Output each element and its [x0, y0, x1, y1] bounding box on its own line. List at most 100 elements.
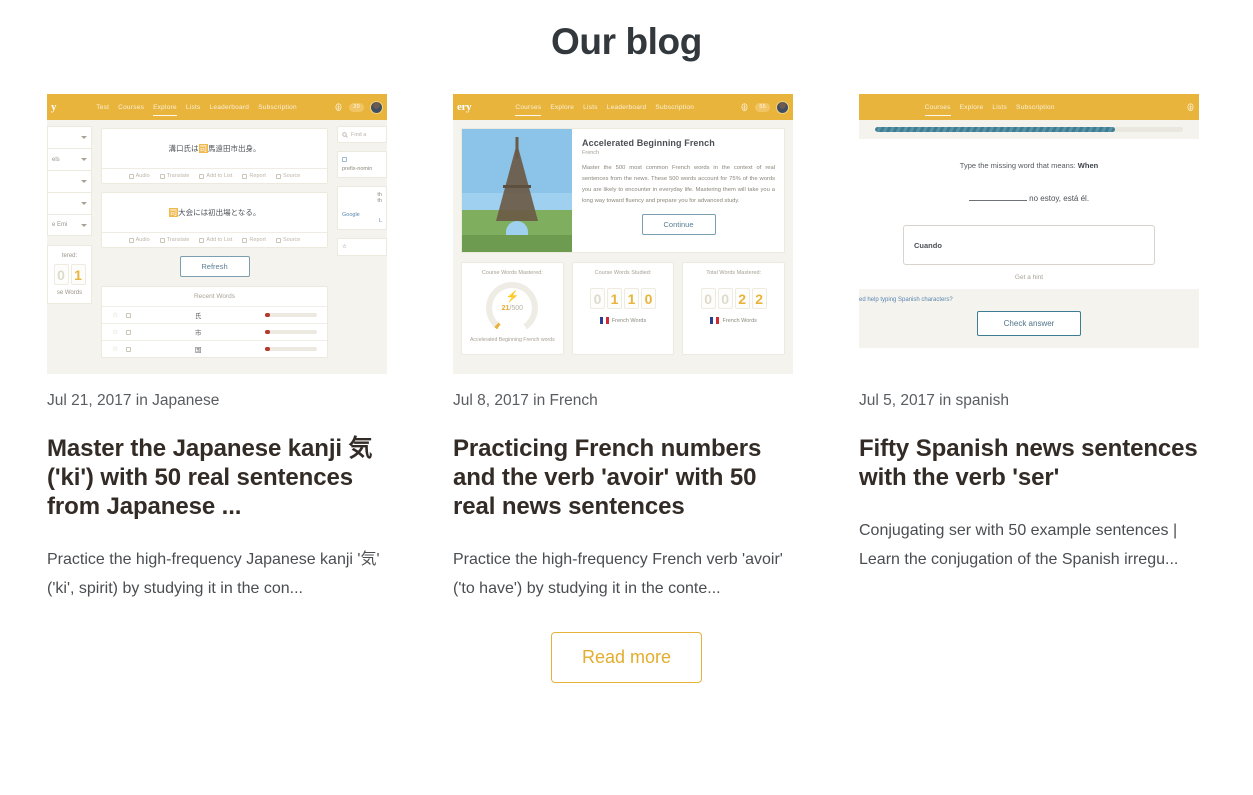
row-checkbox[interactable] [126, 312, 132, 318]
nav-link-test[interactable]: Test [96, 104, 109, 111]
course-hero: Accelerated Beginning French French Mast… [461, 128, 785, 254]
dropdown-filter[interactable] [47, 192, 92, 215]
nav-link-lists[interactable]: Lists [992, 104, 1007, 111]
refresh-button[interactable]: Refresh [179, 256, 250, 278]
action-report[interactable]: Report [242, 237, 266, 243]
prompt-word: When [1077, 161, 1099, 171]
nav-link-lists[interactable]: Lists [583, 104, 598, 111]
progress-bar [265, 313, 317, 318]
dropdown-filter[interactable]: e Emi [47, 214, 92, 237]
action-translate[interactable]: Translate [159, 237, 189, 243]
nav-link-lists[interactable]: Lists [186, 104, 201, 111]
avatar[interactable] [776, 100, 789, 114]
word-tag: prefix-nomin [342, 166, 373, 173]
source-icon [275, 237, 281, 243]
nav-link-explore[interactable]: Explore [960, 104, 984, 111]
navbar-links: Courses Explore Lists Subscription [924, 104, 1055, 116]
row-checkbox[interactable] [126, 329, 132, 335]
nav-link-explore[interactable]: Explore [153, 104, 177, 116]
nav-link-leaderboard[interactable]: Leaderboard [210, 104, 250, 111]
post-title[interactable]: Fifty Spanish news sentences with the ve… [859, 434, 1199, 493]
star-icon[interactable]: ☆ [342, 244, 347, 250]
action-report[interactable]: Report [242, 173, 266, 179]
highlighted-kanji: 司 [198, 144, 208, 154]
table-row[interactable]: ☆ 国 [102, 340, 327, 357]
action-label: Translate [166, 173, 190, 180]
nav-link-courses[interactable]: Courses [924, 104, 951, 116]
mastery-stat-card: tered: 0 1 se Words [47, 245, 92, 305]
check-answer-button[interactable]: Check answer [977, 311, 1081, 337]
progress-bar [265, 330, 317, 335]
audio-icon [128, 173, 134, 179]
spanish-characters-help-link[interactable]: ed help typing Spanish characters? [859, 297, 1199, 303]
answer-value: Cuando [914, 240, 942, 250]
star-icon[interactable]: ☆ [112, 328, 118, 336]
stat-footer: Accelerated Beginning French words [469, 337, 555, 344]
post-excerpt: Practice the high-frequency Japanese kan… [47, 551, 380, 598]
secondary-link[interactable]: L [342, 218, 382, 224]
continue-button[interactable]: Continue [641, 214, 716, 236]
post-card-japanese[interactable]: y Test Courses Explore Lists Leaderboard… [47, 94, 387, 603]
get-a-hint-link[interactable]: Get a hint [859, 274, 1199, 281]
sentence-text: 溝口氏は司馬遠田市出身。 [102, 129, 327, 168]
action-audio[interactable]: Audio [128, 237, 150, 243]
navbar-right: 20 [334, 100, 387, 114]
nav-link-explore[interactable]: Explore [550, 104, 574, 111]
nav-link-courses[interactable]: Courses [515, 104, 542, 116]
action-translate[interactable]: Translate [159, 173, 190, 180]
nav-link-courses[interactable]: Courses [118, 104, 144, 111]
action-source[interactable]: Source [275, 237, 300, 243]
highlighted-kanji: 司 [168, 208, 179, 218]
avatar[interactable] [370, 100, 383, 114]
course-info: Accelerated Beginning French French Mast… [572, 129, 784, 252]
stat-footer-label: French Words [611, 317, 647, 324]
navbar-right [1186, 103, 1199, 112]
digit: 1 [607, 288, 622, 310]
post-title[interactable]: Practicing French numbers and the verb '… [453, 434, 793, 522]
post-title[interactable]: Master the Japanese kanji 気 ('ki') with … [47, 434, 387, 522]
stat-label: Course Words Mastered: [481, 270, 543, 277]
action-source[interactable]: Source [275, 173, 300, 179]
mastery-stat-footer: se Words [56, 290, 83, 297]
search-box[interactable]: Find a [337, 126, 387, 144]
studied-digits: 0 1 1 0 [577, 288, 670, 310]
post-thumbnail-japanese[interactable]: y Test Courses Explore Lists Leaderboard… [47, 94, 387, 375]
dropdown-filter[interactable] [47, 170, 92, 193]
table-row[interactable]: ☆ 市 [102, 323, 327, 340]
table-row[interactable]: ☆ 氏 [102, 306, 327, 323]
star-icon [199, 173, 205, 179]
post-thumbnail-french[interactable]: ery Courses Explore Lists Leaderboard Su… [453, 94, 793, 375]
nav-link-subscription[interactable]: Subscription [258, 104, 297, 111]
post-card-french[interactable]: ery Courses Explore Lists Leaderboard Su… [453, 94, 793, 603]
stat-label: Total Words Mastered: [706, 270, 762, 277]
answer-input[interactable]: Cuando [903, 225, 1155, 266]
course-body: Accelerated Beginning French French Mast… [453, 128, 793, 356]
star-icon[interactable]: ☆ [112, 345, 118, 353]
read-more-section: Read more [0, 631, 1253, 683]
star-icon[interactable]: ☆ [112, 311, 118, 319]
exercise-footer: ed help typing Spanish characters? Check… [859, 289, 1199, 349]
post-card-spanish[interactable]: Courses Explore Lists Subscription Type … [859, 94, 1199, 603]
audio-icon [128, 237, 134, 243]
action-add-to-list[interactable]: Add to List [199, 173, 232, 179]
chevron-down-icon [81, 202, 87, 206]
digit: 1 [624, 288, 639, 310]
post-meta: Jul 5, 2017 in spanish [859, 392, 1009, 410]
row-checkbox[interactable] [126, 346, 132, 352]
app-navbar: ery Courses Explore Lists Leaderboard Su… [453, 94, 793, 121]
action-audio[interactable]: Audio [128, 173, 150, 179]
points-badge: 20 [349, 103, 364, 112]
nav-link-leaderboard[interactable]: Leaderboard [607, 104, 647, 111]
app-logo: ery [457, 101, 472, 114]
post-thumbnail-spanish[interactable]: Courses Explore Lists Subscription Type … [859, 94, 1199, 375]
tower-deck [503, 185, 531, 188]
read-more-button[interactable]: Read more [550, 631, 703, 683]
dropdown-filter[interactable]: els [47, 148, 92, 171]
action-add-to-list[interactable]: Add to List [199, 237, 232, 243]
post-excerpt: Practice the high-frequency French verb … [453, 551, 783, 598]
nav-link-subscription[interactable]: Subscription [1016, 104, 1055, 111]
nav-link-subscription[interactable]: Subscription [655, 104, 694, 111]
action-label: Report [249, 237, 266, 244]
dropdown-filter[interactable] [47, 126, 92, 149]
exercise-sentence: no estoy, está él. [859, 194, 1199, 203]
